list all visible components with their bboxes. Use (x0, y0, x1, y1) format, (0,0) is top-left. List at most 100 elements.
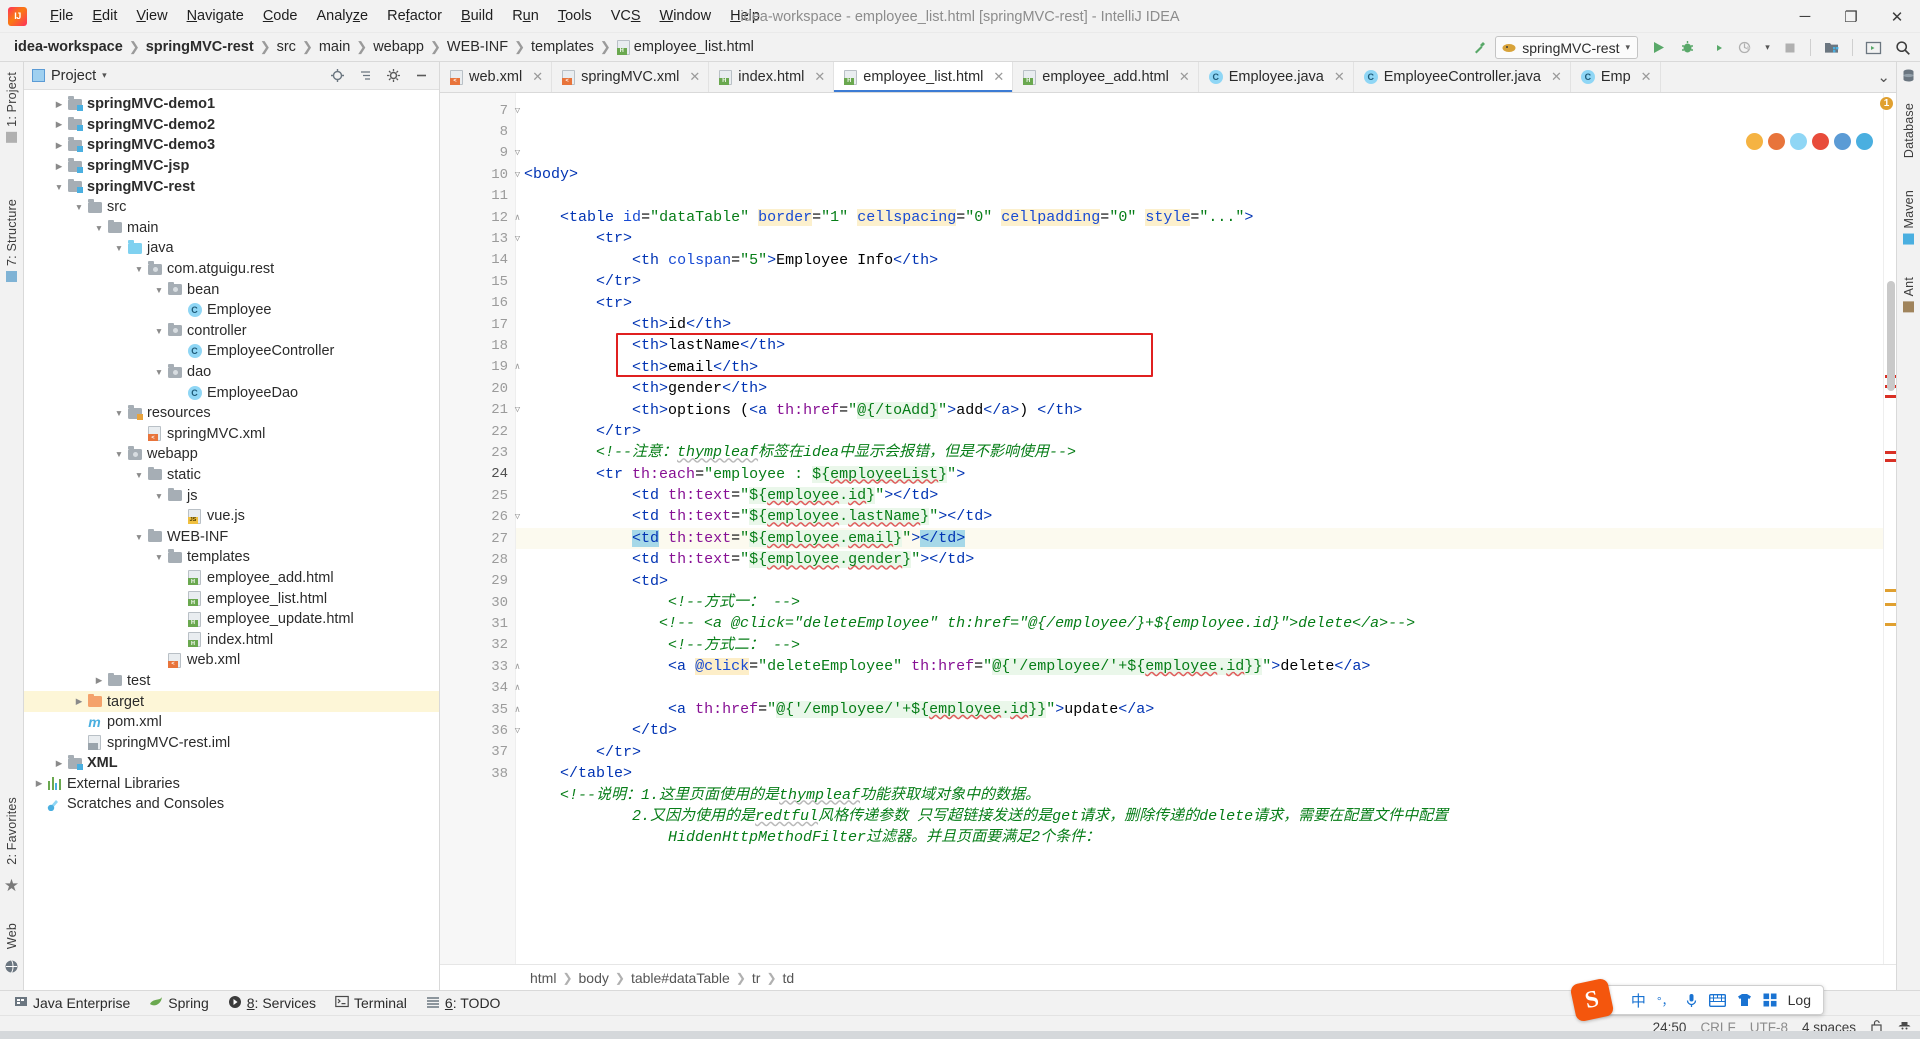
code-line[interactable]: <th>gender</th> (516, 378, 1883, 399)
browser-preview-icon[interactable] (1746, 133, 1763, 150)
gutter-line[interactable]: 36 ▽ (440, 720, 520, 741)
tree-expand-arrow[interactable]: ▶ (52, 161, 66, 172)
tree-node[interactable]: ▶ test (24, 671, 439, 692)
tree-node[interactable]: ▶employee_add.html (24, 568, 439, 589)
tree-expand-arrow[interactable]: ▶ (52, 140, 66, 151)
menu-window[interactable]: Window (651, 5, 721, 27)
code-line[interactable]: <td th:text="${employee.gender}"></td> (516, 549, 1883, 570)
tree-expand-arrow[interactable]: ▼ (72, 202, 86, 212)
warning-marker[interactable] (1885, 603, 1896, 606)
breadcrumb-item-workspace[interactable]: idea-workspace (10, 38, 127, 56)
sogou-logo-icon[interactable]: S (1569, 977, 1615, 1023)
code-line[interactable]: <tr th:each="employee : ${employeeList}"… (516, 464, 1883, 485)
code-line[interactable]: 2.又因为使用的是redtful风格传递参数 只写超链接发送的是get请求，删除… (516, 806, 1883, 827)
tree-node[interactable]: ▶ springMVC-demo1 (24, 94, 439, 115)
tree-node[interactable]: ▼ dao (24, 362, 439, 383)
globe-icon[interactable] (4, 953, 19, 990)
tree-node[interactable]: ▶ springMVC-demo3 (24, 135, 439, 156)
code-line[interactable]: <tr> (516, 293, 1883, 314)
tool-button-maven[interactable]: Maven (1902, 186, 1916, 249)
ime-log-label[interactable]: Log (1788, 992, 1811, 1008)
tree-node[interactable]: ▼ springMVC-rest (24, 176, 439, 197)
ime-voice-input-icon[interactable] (1685, 993, 1698, 1008)
tree-node[interactable]: ▶employee_list.html (24, 588, 439, 609)
editor-tabs[interactable]: web.xml✕springMVC.xml✕index.html✕employe… (440, 62, 1896, 93)
tree-node[interactable]: ▶employee_update.html (24, 609, 439, 630)
breadcrumb-item-templates[interactable]: templates (527, 38, 598, 56)
tool-button-database[interactable]: Database (1902, 99, 1916, 162)
project-structure-icon[interactable] (1818, 35, 1845, 60)
star-icon[interactable]: ★ (4, 869, 19, 903)
debug-icon[interactable] (1674, 35, 1701, 60)
collapse-all-icon[interactable] (352, 63, 379, 88)
tree-expand-arrow[interactable]: ▶ (52, 758, 66, 769)
warning-marker[interactable] (1885, 589, 1896, 592)
hide-icon[interactable] (408, 63, 435, 88)
project-tree[interactable]: ▶ springMVC-demo1 ▶ springMVC-demo2 ▶ springM… (24, 90, 439, 990)
ime-chinese-mode-icon[interactable]: 中 (1631, 990, 1646, 1011)
gutter-line[interactable]: 33 ∧ (440, 656, 520, 677)
tree-expand-arrow[interactable]: ▼ (112, 408, 126, 418)
tree-node[interactable]: ▶mpom.xml (24, 712, 439, 733)
tree-node[interactable]: ▶ XML (24, 753, 439, 774)
menu-vcs[interactable]: VCS (602, 5, 650, 27)
gutter-line[interactable]: 22 (440, 421, 515, 442)
code-line[interactable]: <!--方式二： --> (516, 635, 1883, 656)
editor-gutter[interactable]: 7 ▽ 8 9 ▽ 10 ▽ 11 12 ∧ 13 ▽ 14 15 16 17 18 19 ∧ 20 21 ▽ 22 23 24… (440, 93, 520, 964)
tree-expand-arrow[interactable]: ▼ (152, 285, 166, 295)
tree-node[interactable]: ▶CEmployee (24, 300, 439, 321)
code-line[interactable]: <th>email</th> (516, 357, 1883, 378)
breadcrumb-item-file[interactable]: employee_list.html (613, 38, 758, 56)
ime-soft-keyboard-icon[interactable] (1708, 993, 1726, 1007)
tree-node[interactable]: ▶vue.js (24, 506, 439, 527)
gear-icon[interactable] (380, 63, 407, 88)
editor-tab[interactable]: employee_add.html ✕ (1013, 62, 1199, 92)
gutter-line[interactable]: 20 (440, 378, 515, 399)
tree-node[interactable]: ▼ resources (24, 403, 439, 424)
tree-expand-arrow[interactable]: ▼ (52, 182, 66, 192)
gutter-line[interactable]: 18 (440, 335, 515, 356)
editor-tab[interactable]: C EmployeeController.java ✕ (1353, 62, 1571, 92)
search-everywhere-icon[interactable] (1889, 35, 1916, 60)
gutter-line[interactable]: 17 (440, 314, 515, 335)
tree-node[interactable]: ▶ springMVC-jsp (24, 156, 439, 177)
editor-breadcrumb-item[interactable]: table#dataTable (627, 970, 734, 986)
database-icon[interactable] (1901, 68, 1916, 89)
breadcrumb-item-webapp[interactable]: webapp (369, 38, 428, 56)
gutter-line[interactable]: 27 (440, 528, 515, 549)
menu-build[interactable]: Build (452, 5, 502, 27)
menu-run[interactable]: Run (503, 5, 548, 27)
browser-preview-icon[interactable] (1856, 133, 1873, 150)
code-line[interactable]: <th>id</th> (516, 314, 1883, 335)
locate-icon[interactable] (324, 63, 351, 88)
tree-node[interactable]: ▶CEmployeeDao (24, 382, 439, 403)
editor-breadcrumb-item[interactable]: tr (748, 970, 765, 986)
browser-preview-icon[interactable] (1790, 133, 1807, 150)
ime-toolbox-icon[interactable] (1763, 993, 1777, 1007)
gutter-line[interactable]: 12 ∧ (440, 207, 520, 228)
tool-button-structure[interactable]: 7: Structure (5, 195, 19, 286)
gutter-line[interactable]: 8 (440, 121, 515, 142)
code-line[interactable]: <th colspan="5">Employee Info</th> (516, 250, 1883, 271)
tool-button-project[interactable]: 1: Project (5, 68, 19, 147)
editor-tab[interactable]: C Employee.java ✕ (1198, 62, 1354, 92)
gutter-line[interactable]: 11 (440, 186, 515, 207)
code-line[interactable]: </tr> (516, 271, 1883, 292)
code-line[interactable]: <a th:href="@{'/employee/'+${employee.id… (516, 699, 1883, 720)
code-line[interactable]: </tr> (516, 742, 1883, 763)
tree-node[interactable]: ▼ java (24, 238, 439, 259)
tree-expand-arrow[interactable]: ▶ (52, 119, 66, 130)
gutter-line[interactable]: 16 (440, 293, 515, 314)
run-with-coverage-icon[interactable] (1703, 35, 1730, 60)
browser-preview-icon[interactable] (1812, 133, 1829, 150)
run-configuration-selector[interactable]: springMVC-rest ▾ (1495, 36, 1638, 59)
tree-expand-arrow[interactable]: ▼ (152, 491, 166, 501)
maximize-button[interactable]: ❐ (1828, 0, 1874, 33)
code-line[interactable]: </td> (516, 720, 1883, 741)
close-icon[interactable]: ✕ (1641, 69, 1652, 85)
code-line[interactable]: <!--注意：thympleaf标签在idea中显示会报错，但是不影响使用--> (516, 442, 1883, 463)
tree-expand-arrow[interactable]: ▶ (52, 99, 66, 110)
gutter-line[interactable]: 32 (440, 635, 515, 656)
menu-help[interactable]: Help (721, 5, 769, 27)
tree-expand-arrow[interactable]: ▶ (32, 778, 46, 789)
